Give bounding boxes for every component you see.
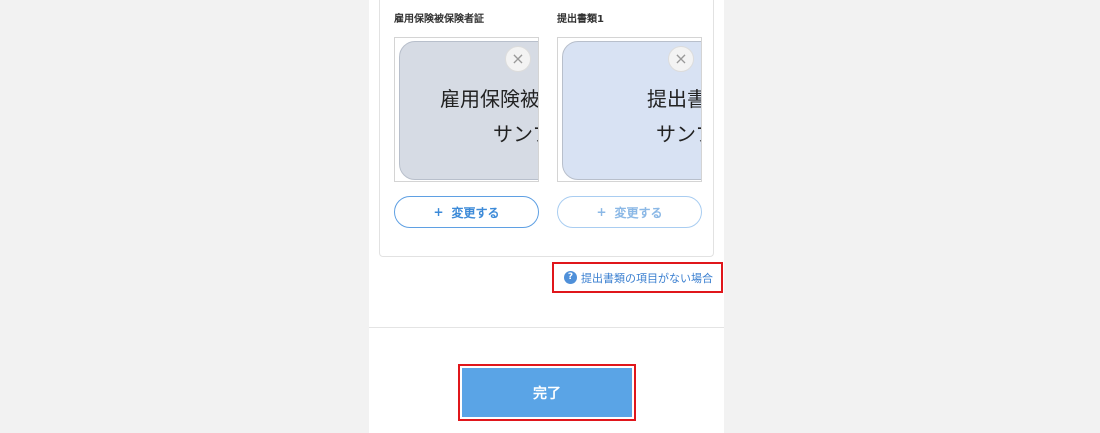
- preview-text-line1: 雇用保険被: [440, 87, 539, 111]
- question-icon: ?: [564, 271, 577, 284]
- change-button-label: 変更する: [451, 205, 500, 220]
- submit-highlight: 完了: [458, 364, 636, 421]
- help-link-label: 提出書類の項目がない場合: [581, 271, 713, 285]
- document-preview-2[interactable]: 提出書 サンプ ×: [557, 37, 702, 182]
- document-title-1: 雇用保険被保険者証: [394, 14, 484, 25]
- remove-document-button-1[interactable]: ×: [505, 46, 531, 72]
- section-divider: [369, 327, 724, 328]
- change-document-button-2[interactable]: + 変更する: [557, 196, 702, 228]
- submit-button[interactable]: 完了: [462, 368, 632, 417]
- documents-card: 雇用保険被保険者証 雇用保険被 サンプ × + 変更する 提出書類1 提出書 サ…: [379, 0, 714, 257]
- document-preview-1[interactable]: 雇用保険被 サンプ ×: [394, 37, 539, 182]
- change-document-button-1[interactable]: + 変更する: [394, 196, 539, 228]
- plus-icon: +: [433, 205, 444, 219]
- document-title-2: 提出書類1: [557, 14, 604, 25]
- missing-document-help-link[interactable]: ? 提出書類の項目がない場合: [552, 262, 723, 293]
- preview-text-line1: 提出書: [647, 87, 702, 111]
- preview-text-line2: サンプ: [656, 122, 701, 146]
- change-button-label: 変更する: [614, 205, 663, 220]
- preview-text-line2: サンプ: [493, 122, 538, 146]
- remove-document-button-2[interactable]: ×: [668, 46, 694, 72]
- plus-icon: +: [596, 205, 607, 219]
